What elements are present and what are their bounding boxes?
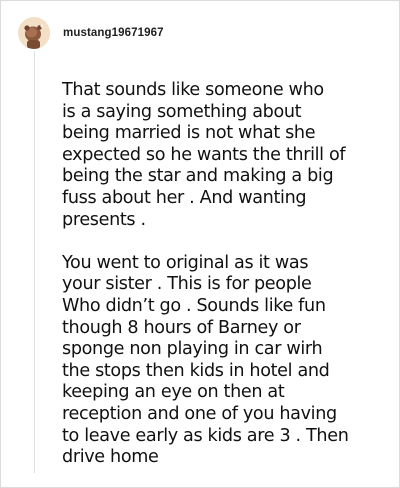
user-avatar-icon[interactable] bbox=[18, 17, 50, 49]
comment-header: mustang19671967 bbox=[18, 17, 164, 49]
comment-paragraph-2: You went to original as it was your sist… bbox=[62, 252, 349, 468]
thread-line bbox=[34, 51, 35, 473]
comment-paragraph-1: That sounds like someone who is a saying… bbox=[62, 80, 346, 230]
username[interactable]: mustang19671967 bbox=[63, 27, 164, 39]
comment-body: That sounds like someone who is a saying… bbox=[62, 80, 394, 469]
comment-card: mustang19671967 That sounds like someone… bbox=[0, 0, 400, 488]
